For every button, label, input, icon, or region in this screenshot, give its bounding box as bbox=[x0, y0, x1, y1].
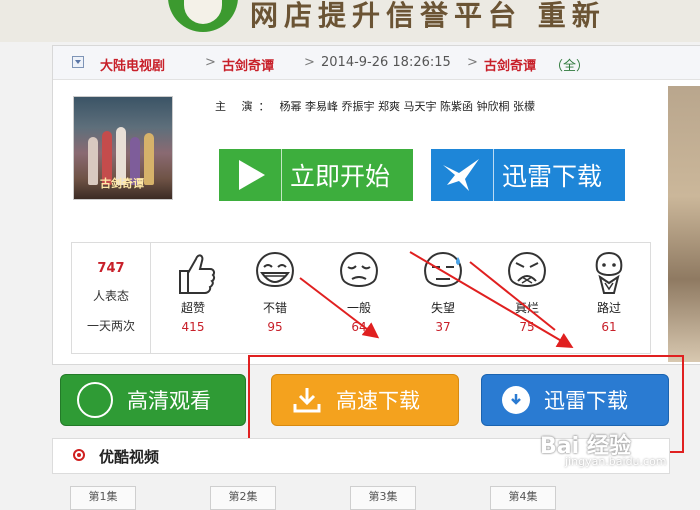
breadcrumb: 大陆电视剧 > 古剑奇谭 > 2014-9-26 18:26:15 > 古剑奇谭… bbox=[53, 46, 700, 80]
episode-button[interactable]: 第2集 bbox=[210, 486, 276, 510]
rating-people-label: 人表态 bbox=[92, 289, 129, 303]
rating-count: 64 bbox=[351, 320, 367, 334]
breadcrumb-separator: > bbox=[467, 55, 478, 70]
rating-label: 真烂 bbox=[514, 301, 539, 315]
rating-option-good[interactable]: 不错 95 bbox=[238, 247, 312, 334]
rating-option-terrible[interactable]: 真烂 75 bbox=[490, 247, 564, 334]
episode-button[interactable]: 第4集 bbox=[490, 486, 556, 510]
breadcrumb-separator: > bbox=[205, 55, 216, 70]
rating-label: 不错 bbox=[262, 301, 287, 315]
episode-button[interactable]: 第3集 bbox=[350, 486, 416, 510]
breadcrumb-date: 2014-9-26 18:26:15 bbox=[321, 55, 451, 70]
thumbs-up-icon bbox=[179, 254, 216, 294]
hd-watch-button[interactable]: 高清观看 bbox=[60, 374, 246, 426]
cast-list: 主 演： 杨幂 李易峰 乔振宇 郑爽 马天宇 陈紫函 钟欣桐 张檬 bbox=[215, 98, 535, 114]
side-photo bbox=[668, 86, 700, 362]
rating-label: 超赞 bbox=[180, 301, 205, 315]
breadcrumb-show[interactable]: 古剑奇谭 bbox=[222, 55, 274, 74]
thunder-download-button[interactable]: 迅雷下载 bbox=[431, 149, 625, 201]
breadcrumb-category[interactable]: 大陆电视剧 bbox=[100, 55, 165, 74]
rating-count: 95 bbox=[267, 320, 283, 334]
sweat-face-icon bbox=[424, 251, 462, 287]
breadcrumb-show-full[interactable]: 古剑奇谭 bbox=[484, 55, 536, 74]
rating-option-average[interactable]: 一般 64 bbox=[322, 247, 396, 334]
breadcrumb-separator: > bbox=[304, 55, 315, 70]
cast-names: 杨幂 李易峰 乔振宇 郑爽 马天宇 陈紫函 钟欣桐 张檬 bbox=[279, 100, 535, 113]
banner-slogan: 网店提升信誉平台 重新 bbox=[250, 0, 606, 32]
poster-figure bbox=[88, 137, 98, 185]
meh-face-icon bbox=[340, 251, 378, 287]
rating-count: 415 bbox=[181, 320, 205, 334]
youku-source-title[interactable]: 优酷视频 bbox=[99, 446, 159, 467]
angry-face-icon bbox=[508, 251, 546, 287]
rating-label: 失望 bbox=[430, 301, 455, 315]
breadcrumb-year: （全） bbox=[550, 59, 590, 74]
rating-option-passing-by[interactable]: 路过 61 bbox=[572, 247, 646, 334]
start-play-label: 立即开始 bbox=[290, 162, 391, 191]
rating-label: 一般 bbox=[346, 301, 371, 315]
rating-count: 75 bbox=[519, 320, 535, 334]
cast-label: 主 演： bbox=[215, 100, 276, 113]
rating-count: 61 bbox=[601, 320, 617, 334]
watermark-url: jingyan.baidu.com bbox=[565, 455, 667, 468]
rating-count: 37 bbox=[435, 320, 451, 334]
poster-caption: 古剑奇谭 bbox=[100, 177, 144, 190]
show-poster[interactable]: 古剑奇谭 bbox=[73, 96, 173, 200]
hd-watch-label: 高清观看 bbox=[127, 389, 211, 413]
video-detail-card: 大陆电视剧 > 古剑奇谭 > 2014-9-26 18:26:15 > 古剑奇谭… bbox=[52, 45, 700, 365]
rating-frequency-label: 一天两次 bbox=[86, 319, 135, 333]
passerby-face-icon bbox=[595, 251, 623, 294]
thunder-bird-icon bbox=[431, 149, 494, 201]
rating-panel: 747 人表态 一天两次 超赞 415 不错 95 一般 64 失望 37 真烂… bbox=[71, 242, 651, 354]
rating-label: 路过 bbox=[596, 301, 621, 315]
circle-icon bbox=[77, 382, 113, 418]
thunder-download-label: 迅雷下载 bbox=[502, 162, 603, 191]
play-icon bbox=[219, 149, 282, 201]
site-banner: 网店提升信誉平台 重新 bbox=[0, 0, 700, 42]
rating-option-great[interactable]: 超赞 415 bbox=[156, 247, 230, 334]
rating-option-disappointed[interactable]: 失望 37 bbox=[406, 247, 480, 334]
collapse-icon[interactable] bbox=[72, 56, 84, 68]
target-icon bbox=[73, 449, 85, 461]
start-play-button[interactable]: 立即开始 bbox=[219, 149, 413, 201]
laughing-face-icon bbox=[256, 251, 294, 287]
episode-button[interactable]: 第1集 bbox=[70, 486, 136, 510]
poster-figure bbox=[144, 133, 154, 185]
rating-total: 747 bbox=[97, 261, 125, 276]
rating-summary: 747 人表态 一天两次 bbox=[72, 243, 151, 353]
